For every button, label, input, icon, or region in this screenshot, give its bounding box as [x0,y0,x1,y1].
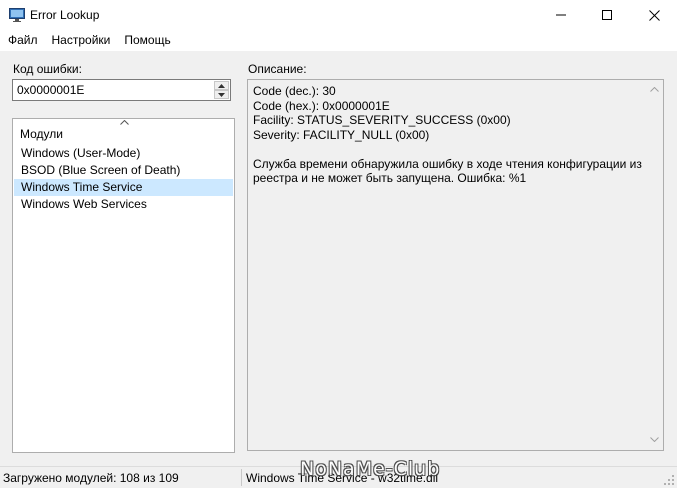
error-code-input[interactable] [17,82,213,98]
module-item-user-mode[interactable]: Windows (User-Mode) [14,145,233,162]
spin-up-button[interactable] [214,81,229,90]
description-scrollbar[interactable] [646,80,663,450]
maximize-icon [602,10,612,20]
title-bar[interactable]: Error Lookup [0,0,677,30]
description-box[interactable]: Code (dec.): 30 Code (hex.): 0x0000001E … [247,79,664,451]
module-item-time-service[interactable]: Windows Time Service [14,179,233,196]
watermark: NoNaMe-Club [300,458,441,480]
maximize-button[interactable] [584,0,630,30]
sort-ascending-icon [120,120,129,125]
minimize-button[interactable] [538,0,584,30]
modules-column-header[interactable]: Модули [20,127,63,141]
status-modules-count: Загружено модулей: 108 из 109 [3,471,179,485]
menu-file[interactable]: Файл [0,30,45,51]
module-item-web-services[interactable]: Windows Web Services [14,196,233,213]
app-window: Error Lookup Файл Настройки Помощь Код о… [0,0,677,488]
module-item-label: Windows (User-Mode) [21,146,141,160]
module-item-label: Windows Time Service [21,180,143,194]
description-label: Описание: [248,62,307,76]
close-button[interactable] [631,0,677,30]
menu-help[interactable]: Помощь [117,30,177,51]
menu-settings[interactable]: Настройки [45,30,118,51]
module-item-label: Windows Web Services [21,197,147,211]
code-spinner[interactable] [214,81,229,99]
spin-down-button[interactable] [214,90,229,99]
minimize-icon [556,14,566,16]
error-code-field[interactable] [12,79,231,101]
chevron-up-icon [218,83,225,88]
app-monitor-icon [9,8,25,22]
scroll-up-icon[interactable] [650,87,659,92]
resize-grip-icon[interactable] [663,474,675,486]
window-title: Error Lookup [30,8,100,22]
close-icon [648,9,660,21]
description-text[interactable]: Code (dec.): 30 Code (hex.): 0x0000001E … [253,84,643,186]
modules-list[interactable]: Модули Windows (User-Mode) BSOD (Blue Sc… [12,118,235,453]
status-divider [241,469,242,486]
error-code-label: Код ошибки: [13,62,82,76]
module-item-label: BSOD (Blue Screen of Death) [21,163,181,177]
module-item-bsod[interactable]: BSOD (Blue Screen of Death) [14,162,233,179]
scroll-down-icon[interactable] [650,437,659,442]
menu-bar: Файл Настройки Помощь [0,30,677,51]
chevron-down-icon [218,92,225,97]
